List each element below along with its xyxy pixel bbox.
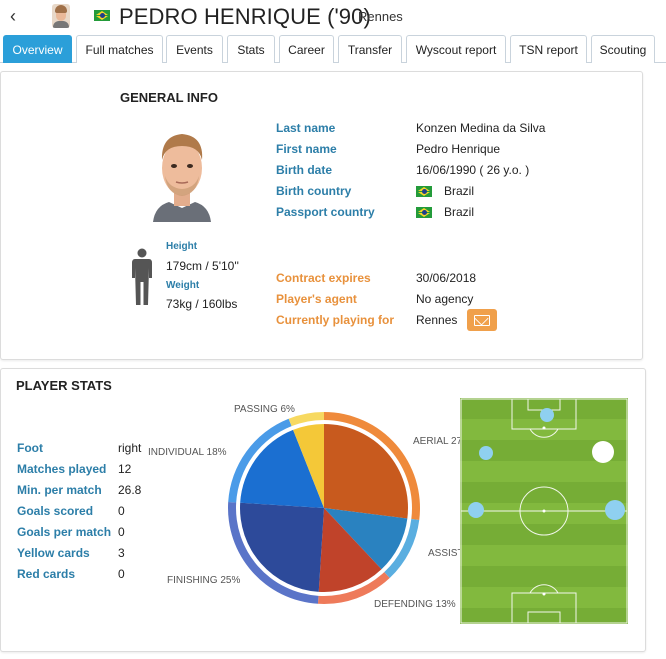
pie-slice-finishing[interactable] <box>240 502 324 592</box>
pie-slice-aerial[interactable] <box>324 424 408 519</box>
weight-label: Weight <box>166 280 200 291</box>
stat-value-min-per-match: 26.8 <box>118 483 142 497</box>
player-stats-title: PLAYER STATS <box>16 378 112 393</box>
stat-label-foot: Foot <box>17 441 43 455</box>
height-value: 179cm / 5'10'' <box>166 259 239 273</box>
tab-wyscout-report[interactable]: Wyscout report <box>406 35 506 63</box>
tab-bar: Overview Full matches Events Stats Caree… <box>0 34 666 63</box>
stat-label-yellow-cards: Yellow cards <box>17 546 90 560</box>
club-name[interactable]: Rennes <box>358 9 403 24</box>
stat-label-red-cards: Red cards <box>17 567 76 581</box>
stat-label-goals-scored: Goals scored <box>17 504 94 518</box>
last-name-value: Konzen Medina da Silva <box>416 121 546 135</box>
weight-value: 73kg / 160lbs <box>166 297 238 311</box>
tab-overview[interactable]: Overview <box>3 35 72 63</box>
passport-country-label: Passport country <box>276 205 375 219</box>
tab-transfer[interactable]: Transfer <box>338 35 402 63</box>
position-pitch <box>460 398 628 624</box>
first-name-label: First name <box>276 142 337 156</box>
birth-date-value: 16/06/1990 ( 26 y.o. ) <box>416 163 530 177</box>
general-info-title: GENERAL INFO <box>120 90 218 105</box>
tab-events[interactable]: Events <box>166 35 223 63</box>
currently-playing-value[interactable]: Rennes <box>416 313 457 327</box>
position-marker <box>468 502 484 518</box>
tab-scouting[interactable]: Scouting <box>591 35 655 63</box>
position-marker <box>540 408 554 422</box>
stat-label-matches-played: Matches played <box>17 462 107 476</box>
birth-country-value: Brazil <box>444 184 475 198</box>
stat-value-goals-scored: 0 <box>118 504 125 518</box>
height-label: Height <box>166 241 198 252</box>
tab-full-matches[interactable]: Full matches <box>76 35 163 63</box>
pie-label-assist: ASSIST <box>428 548 464 559</box>
pie-label-passing: PASSING 6% <box>234 404 295 415</box>
stat-label-goals-per-match: Goals per match <box>17 525 112 539</box>
first-name-value: Pedro Henrique <box>416 142 501 156</box>
pie-label-defending: DEFENDING 13% <box>374 599 456 610</box>
pie-label-individual: INDIVIDUAL 18% <box>148 447 227 458</box>
tab-tsn-report[interactable]: TSN report <box>510 35 587 63</box>
birth-country-label: Birth country <box>276 184 352 198</box>
stat-value-foot: right <box>118 441 142 455</box>
last-name-label: Last name <box>276 121 336 135</box>
envelope-icon <box>474 315 490 326</box>
pie-label-finishing: FINISHING 25% <box>167 575 241 586</box>
stat-value-matches-played: 12 <box>118 462 132 476</box>
skills-pie-chart[interactable] <box>226 410 422 606</box>
player-photo <box>151 124 213 222</box>
brazil-flag-icon <box>94 10 110 21</box>
stat-value-goals-per-match: 0 <box>118 525 125 539</box>
brazil-flag-icon <box>416 207 432 218</box>
tab-career[interactable]: Career <box>279 35 334 63</box>
player-name: PEDRO HENRIQUE ('90) <box>119 4 371 29</box>
brazil-flag-icon <box>416 186 432 197</box>
stat-value-yellow-cards: 3 <box>118 546 125 560</box>
position-marker <box>605 500 625 520</box>
player-agent-value: No agency <box>416 292 474 306</box>
contract-expires-value: 30/06/2018 <box>416 271 477 285</box>
chevron-left-icon[interactable]: ‹ <box>10 6 28 26</box>
stat-label-min-per-match: Min. per match <box>17 483 102 497</box>
position-marker-main <box>592 441 614 463</box>
pie-label-aerial: AERIAL 27 <box>413 436 463 447</box>
contract-expires-label: Contract expires <box>276 271 371 285</box>
currently-playing-label: Currently playing for <box>276 313 395 327</box>
stat-value-red-cards: 0 <box>118 567 125 581</box>
position-marker <box>479 446 493 460</box>
player-avatar <box>52 4 70 28</box>
body-silhouette-icon <box>131 248 153 306</box>
birth-date-label: Birth date <box>276 163 333 177</box>
tab-stats[interactable]: Stats <box>227 35 275 63</box>
player-agent-label: Player's agent <box>276 292 357 306</box>
mail-button[interactable] <box>467 309 497 331</box>
passport-country-value: Brazil <box>444 205 475 219</box>
player-header: ‹ PEDRO HENRIQUE ('90) Rennes <box>0 0 666 34</box>
